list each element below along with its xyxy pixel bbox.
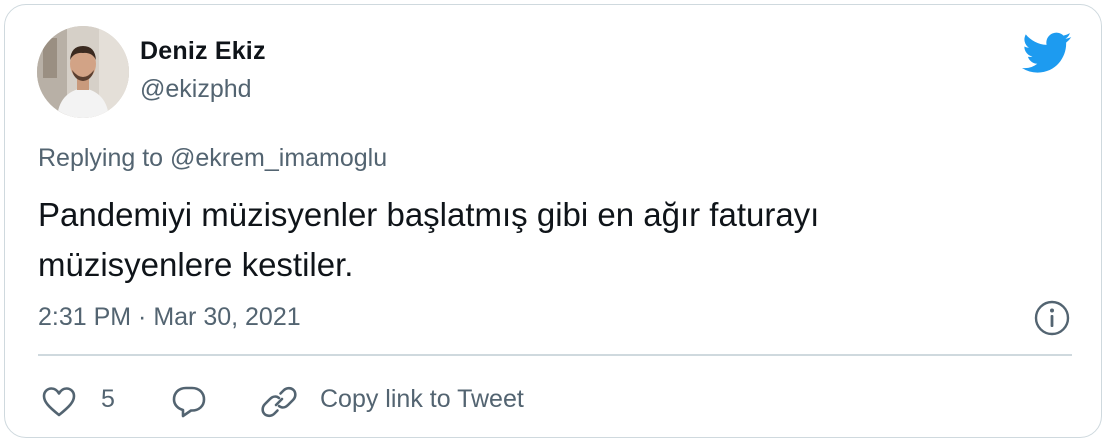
tweet-text-line: Pandemiyi müzisyenler başlatmış gibi en …: [38, 196, 820, 233]
info-icon[interactable]: [1033, 299, 1071, 337]
link-icon[interactable]: [260, 383, 298, 421]
divider: [38, 354, 1072, 356]
twitter-bird-icon[interactable]: [1022, 32, 1072, 74]
copy-link-button[interactable]: Copy link to Tweet: [320, 385, 524, 414]
heart-icon[interactable]: [41, 386, 77, 418]
avatar[interactable]: [37, 26, 129, 118]
tweet-text-line: müzisyenlere kestiler.: [38, 246, 354, 283]
author-name[interactable]: Deniz Ekiz: [140, 37, 266, 66]
tweet-text: Pandemiyi müzisyenler başlatmış gibi en …: [38, 190, 1038, 290]
reply-bubble-icon[interactable]: [171, 384, 207, 420]
embedded-tweet-card[interactable]: Deniz Ekiz @ekizphd Replying to @ekrem_i…: [4, 4, 1102, 438]
author-handle[interactable]: @ekizphd: [140, 75, 252, 104]
reply-context[interactable]: Replying to @ekrem_imamoglu: [38, 144, 387, 173]
tweet-timestamp[interactable]: 2:31 PM · Mar 30, 2021: [38, 303, 301, 332]
like-count[interactable]: 5: [101, 385, 115, 414]
avatar-photo: [37, 26, 129, 118]
